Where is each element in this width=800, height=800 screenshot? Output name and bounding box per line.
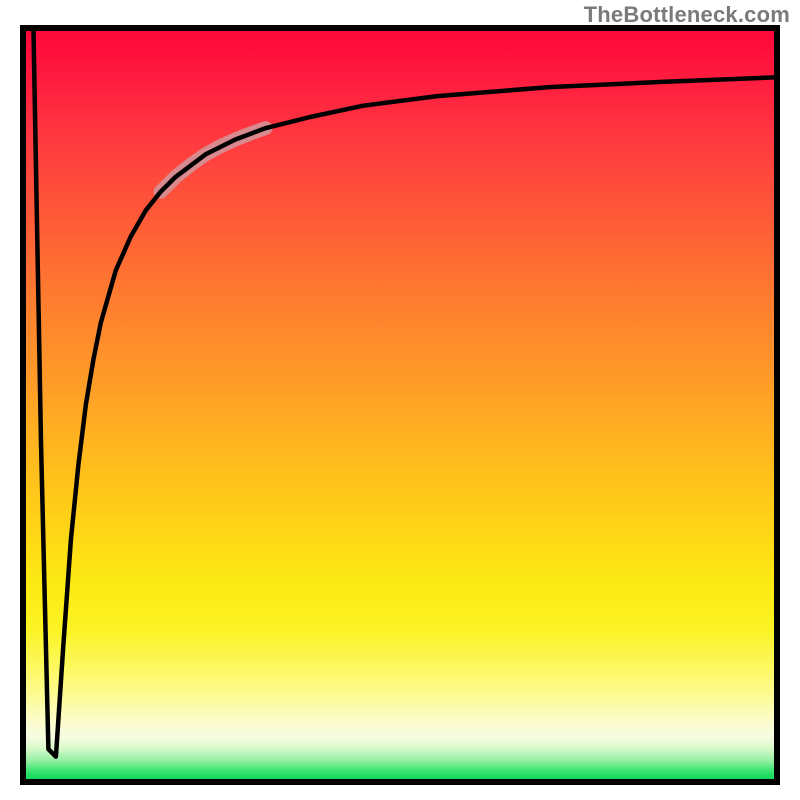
- curve-highlight: [161, 128, 266, 192]
- curve-main: [34, 31, 775, 757]
- chart-canvas: TheBottleneck.com: [0, 0, 800, 800]
- curve-layer: [26, 31, 774, 779]
- watermark-text: TheBottleneck.com: [584, 2, 790, 28]
- plot-area: [20, 25, 780, 785]
